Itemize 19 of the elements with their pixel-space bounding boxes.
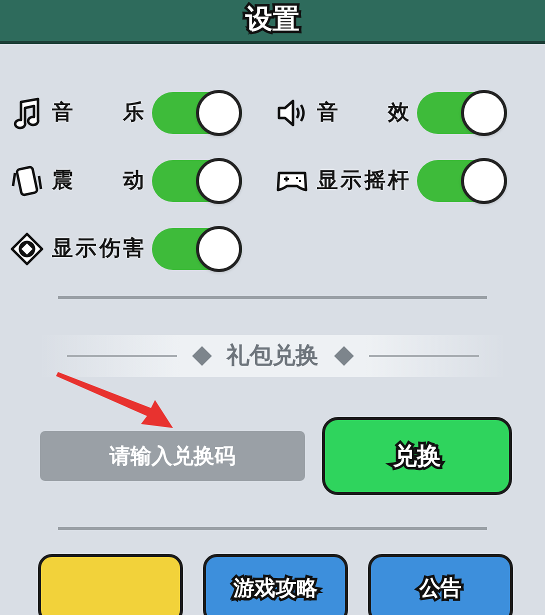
setting-label: 音效 [317,98,409,126]
setting-label: 显示伤害 [52,234,144,262]
toggle-switch[interactable] [152,228,242,270]
phone-vibrate-icon [10,164,44,198]
redeem-button[interactable]: 兑换 [322,417,512,495]
toggle-switch[interactable] [417,92,507,134]
toggle-switch[interactable] [152,160,242,202]
toggle-switch[interactable] [417,160,507,202]
menu-button[interactable]: 公告 [368,554,513,615]
menu-button[interactable] [38,554,183,615]
target-icon [10,232,44,266]
code-input-field[interactable]: 请输入兑换码 [40,431,305,481]
setting-label: 音乐 [52,98,144,126]
setting-label: 显示摇杆 [317,166,409,194]
toggle-switch[interactable] [152,92,242,134]
setting-label: 震动 [52,166,144,194]
menu-button[interactable]: 游戏攻略 [203,554,348,615]
section-title: 礼包兑换 [226,342,318,370]
window-title: 设置 [246,3,300,37]
